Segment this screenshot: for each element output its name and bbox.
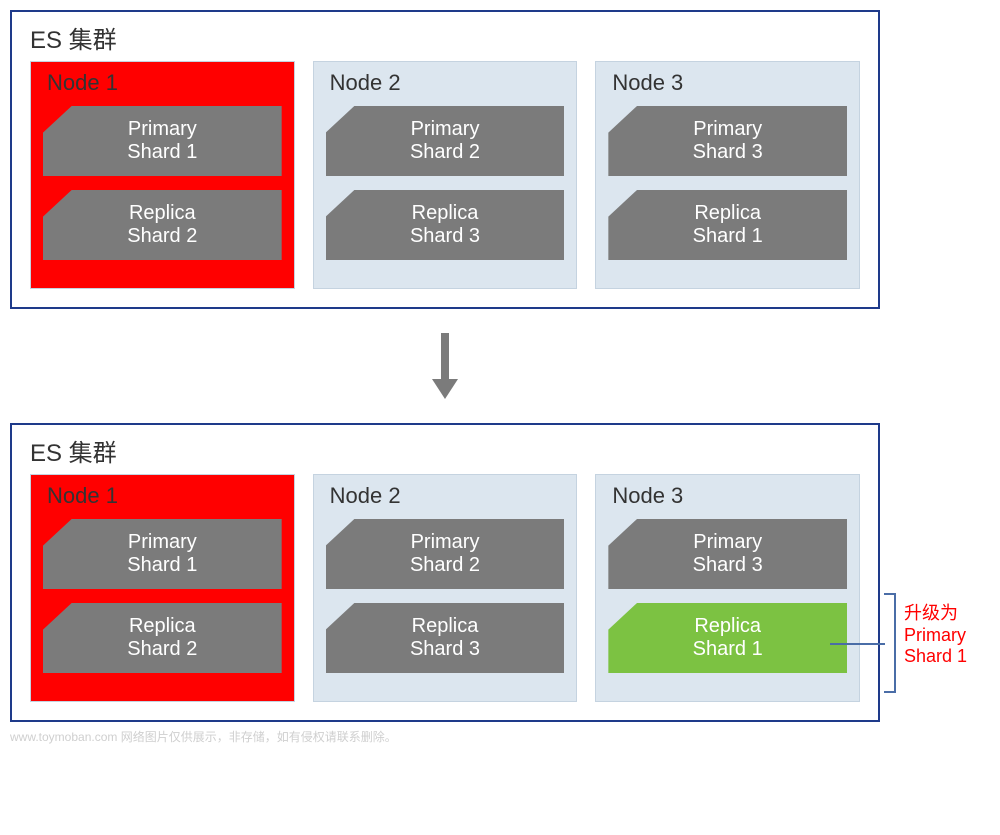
shard-line2: Shard 2 <box>410 141 480 164</box>
node-title: Node 3 <box>612 70 847 96</box>
shard: Primary Shard 2 <box>326 519 565 589</box>
shard-line2: Shard 2 <box>127 638 197 661</box>
shard-line1: Replica <box>129 202 196 225</box>
node-1: Node 1 Primary Shard 1 Replica Shard 2 <box>30 474 295 702</box>
shard-line1: Replica <box>412 615 479 638</box>
shard-line2: Shard 1 <box>127 141 197 164</box>
shard: Replica Shard 3 <box>326 190 565 260</box>
shard-line2: Shard 1 <box>127 554 197 577</box>
shard-line2: Shard 1 <box>693 225 763 248</box>
shard-line1: Primary <box>128 118 197 141</box>
node-title: Node 2 <box>330 483 565 509</box>
annotation-text: 升级为 Primary Shard 1 <box>904 603 967 668</box>
annotation-bracket <box>884 593 896 693</box>
node-3: Node 3 Primary Shard 3 Replica Shard 1 <box>595 474 860 702</box>
annotation-line: Shard 1 <box>904 646 967 668</box>
shard-line2: Shard 3 <box>693 141 763 164</box>
shard: Primary Shard 1 <box>43 106 282 176</box>
arrow-down-icon <box>10 331 880 401</box>
annotation-line: 升级为 <box>904 603 967 625</box>
nodes-row: Node 1 Primary Shard 1 Replica Shard 2 N… <box>30 474 860 702</box>
shard-line1: Primary <box>693 118 762 141</box>
annotation-line: Primary <box>904 625 967 647</box>
shard-line1: Primary <box>693 531 762 554</box>
shard-line1: Primary <box>128 531 197 554</box>
shard: Replica Shard 2 <box>43 603 282 673</box>
nodes-row: Node 1 Primary Shard 1 Replica Shard 2 N… <box>30 61 860 289</box>
shard-line2: Shard 3 <box>693 554 763 577</box>
node-title: Node 3 <box>612 483 847 509</box>
node-title: Node 1 <box>47 70 282 96</box>
annotation-connector <box>830 643 885 645</box>
stage-before: ES 集群 Node 1 Primary Shard 1 Replica Sha… <box>10 10 990 309</box>
shard-line2: Shard 1 <box>693 638 763 661</box>
shard-line2: Shard 2 <box>127 225 197 248</box>
node-2: Node 2 Primary Shard 2 Replica Shard 3 <box>313 61 578 289</box>
shard: Primary Shard 2 <box>326 106 565 176</box>
cluster-title: ES 集群 <box>30 20 860 55</box>
shard-line2: Shard 3 <box>410 225 480 248</box>
cluster-box-before: ES 集群 Node 1 Primary Shard 1 Replica Sha… <box>10 10 880 309</box>
node-2: Node 2 Primary Shard 2 Replica Shard 3 <box>313 474 578 702</box>
shard: Primary Shard 3 <box>608 519 847 589</box>
shard-line1: Primary <box>411 118 480 141</box>
node-title: Node 1 <box>47 483 282 509</box>
shard: Replica Shard 1 <box>608 190 847 260</box>
node-title: Node 2 <box>330 70 565 96</box>
stage-after: ES 集群 Node 1 Primary Shard 1 Replica Sha… <box>10 423 990 722</box>
shard: Primary Shard 1 <box>43 519 282 589</box>
shard-line2: Shard 3 <box>410 638 480 661</box>
shard: Replica Shard 2 <box>43 190 282 260</box>
shard-line2: Shard 2 <box>410 554 480 577</box>
node-3: Node 3 Primary Shard 3 Replica Shard 1 <box>595 61 860 289</box>
shard-line1: Primary <box>411 531 480 554</box>
shard-line1: Replica <box>694 202 761 225</box>
shard-line1: Replica <box>412 202 479 225</box>
shard-promoted: Replica Shard 1 <box>608 603 847 673</box>
shard: Primary Shard 3 <box>608 106 847 176</box>
cluster-title: ES 集群 <box>30 433 860 468</box>
shard-line1: Replica <box>129 615 196 638</box>
shard: Replica Shard 3 <box>326 603 565 673</box>
watermark-text: www.toymoban.com 网络图片仅供展示，非存储，如有侵权请联系删除。 <box>10 728 880 745</box>
shard-line1: Replica <box>694 615 761 638</box>
cluster-box-after: ES 集群 Node 1 Primary Shard 1 Replica Sha… <box>10 423 880 722</box>
node-1: Node 1 Primary Shard 1 Replica Shard 2 <box>30 61 295 289</box>
